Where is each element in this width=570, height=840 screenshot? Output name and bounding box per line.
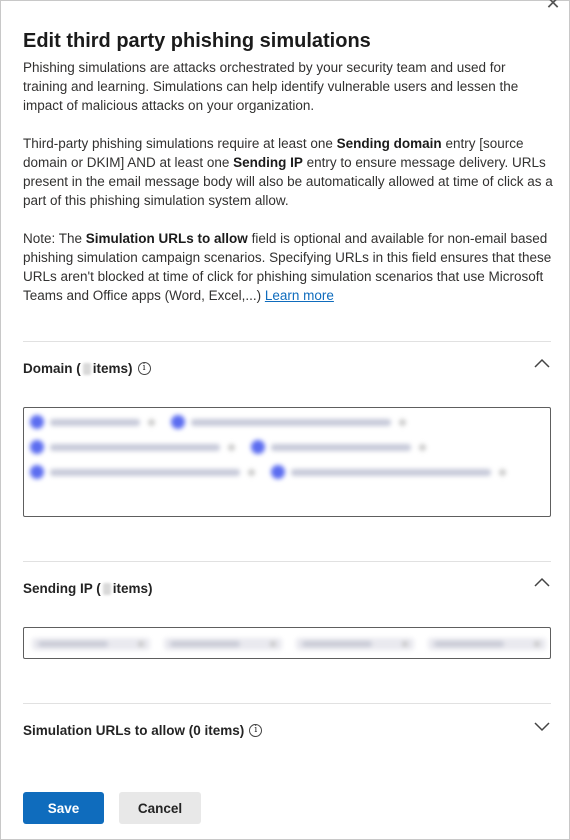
domain-chip — [30, 415, 155, 429]
domain-chip-row — [30, 440, 442, 454]
description-paragraph-1: Phishing simulations are attacks orchest… — [23, 60, 519, 113]
info-icon[interactable]: i — [137, 362, 151, 375]
domain-input[interactable] — [23, 407, 551, 517]
description: Phishing simulations are attacks orchest… — [23, 58, 553, 324]
divider — [23, 703, 551, 704]
cancel-button[interactable]: Cancel — [119, 792, 201, 824]
page-title: Edit third party phishing simulations — [23, 30, 371, 52]
domain-chip-row — [30, 465, 522, 479]
ip-chip — [32, 638, 150, 650]
sending-ip-input[interactable] — [23, 627, 551, 659]
sending-ip-section-label: Sending IP ( items) — [23, 581, 153, 596]
chevron-up-icon[interactable] — [533, 574, 551, 592]
domain-chip — [251, 440, 426, 454]
chevron-up-icon[interactable] — [533, 355, 551, 373]
sending-ip-count-redacted — [102, 582, 111, 595]
domain-chip — [171, 415, 406, 429]
info-icon[interactable]: i — [249, 724, 263, 737]
description-paragraph-2: Third-party phishing simulations require… — [23, 136, 553, 208]
chevron-down-icon[interactable] — [533, 717, 551, 735]
divider — [23, 341, 551, 342]
edit-phishing-panel: ✕ Edit third party phishing simulations … — [0, 0, 570, 840]
description-paragraph-3: Note: The Simulation URLs to allow field… — [23, 231, 552, 303]
ip-chip — [296, 638, 414, 650]
divider — [23, 561, 551, 562]
simulation-urls-section-label: Simulation URLs to allow (0 items) i — [23, 723, 263, 738]
save-button[interactable]: Save — [23, 792, 104, 824]
domain-chip-row — [30, 415, 422, 429]
domain-chip — [30, 465, 255, 479]
domain-chip — [271, 465, 506, 479]
domain-chip — [30, 440, 235, 454]
close-icon[interactable]: ✕ — [543, 0, 563, 13]
ip-chip — [164, 638, 282, 650]
domain-count-redacted — [82, 362, 91, 375]
domain-section-label: Domain ( items) i — [23, 361, 151, 376]
ip-chip — [428, 638, 546, 650]
learn-more-link[interactable]: Learn more — [265, 288, 334, 303]
ip-chip-row — [32, 638, 550, 650]
